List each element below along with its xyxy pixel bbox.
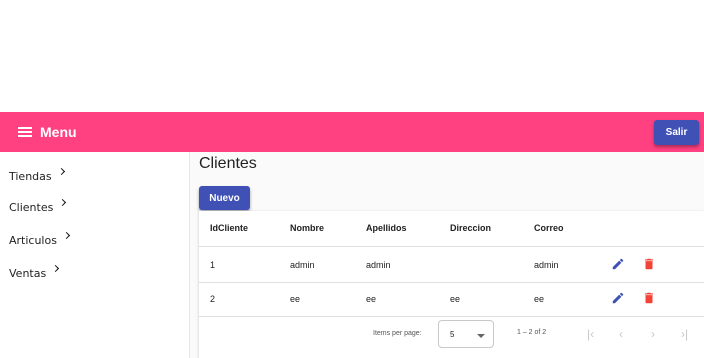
column-header-idcliente[interactable]: IdCliente — [210, 223, 248, 233]
column-header-direccion[interactable]: Direccion — [450, 223, 491, 233]
edit-icon[interactable] — [611, 257, 625, 271]
sidebar-item-articulos[interactable]: Articulos — [9, 231, 70, 247]
cell-id: 1 — [210, 260, 216, 270]
cell-nombre: admin — [290, 260, 315, 270]
menu-title: Menu — [40, 124, 77, 140]
sidebar-item-ventas[interactable]: Ventas — [9, 264, 60, 280]
chevron-right-icon — [57, 167, 65, 176]
page-size-value: 5 — [450, 330, 455, 339]
menu-toggle[interactable]: Menu — [18, 123, 77, 141]
sidebar-item-label: Clientes — [9, 201, 54, 214]
sidebar-item-label: Ventas — [9, 267, 47, 280]
edit-icon[interactable] — [611, 291, 625, 305]
page-title: Clientes — [199, 155, 257, 172]
header-divider — [199, 246, 704, 247]
sidebar-item-clientes[interactable]: Clientes — [9, 198, 67, 214]
chevron-right-icon — [62, 231, 70, 240]
delete-icon[interactable] — [642, 257, 656, 271]
page-size-select[interactable]: 5 — [438, 320, 494, 348]
sidebar-item-label: Articulos — [9, 234, 57, 247]
previous-page-icon[interactable]: ‹ — [619, 327, 623, 341]
cell-direccion: ee — [450, 294, 461, 304]
items-per-page-label: Items per page: — [373, 330, 422, 337]
cell-correo: ee — [534, 294, 545, 304]
first-page-icon[interactable]: |‹ — [587, 327, 594, 341]
delete-icon[interactable] — [642, 291, 656, 305]
row-divider — [199, 282, 704, 283]
column-header-nombre[interactable]: Nombre — [290, 223, 324, 233]
chevron-right-icon — [52, 264, 60, 273]
range-label: 1 – 2 of 2 — [517, 329, 547, 336]
sidebar-item-tiendas[interactable]: Tiendas — [9, 167, 65, 183]
column-header-apellidos[interactable]: Apellidos — [366, 223, 407, 233]
logout-button[interactable]: Salir — [654, 120, 699, 145]
top-toolbar: Menu — [0, 112, 704, 152]
cell-apellidos: admin — [366, 260, 391, 270]
cell-correo: admin — [534, 260, 559, 270]
new-client-button[interactable]: Nuevo — [199, 186, 250, 210]
hamburger-icon — [18, 127, 32, 137]
cell-nombre: ee — [290, 294, 301, 304]
sidebar-item-label: Tiendas — [9, 170, 52, 183]
next-page-icon[interactable]: › — [651, 327, 655, 341]
cell-id: 2 — [210, 294, 216, 304]
row-divider — [199, 316, 704, 317]
last-page-icon[interactable]: ›| — [681, 327, 688, 341]
chevron-right-icon — [59, 198, 67, 207]
dropdown-arrow-icon — [477, 334, 485, 338]
cell-apellidos: ee — [366, 294, 377, 304]
column-header-correo[interactable]: Correo — [534, 223, 564, 233]
